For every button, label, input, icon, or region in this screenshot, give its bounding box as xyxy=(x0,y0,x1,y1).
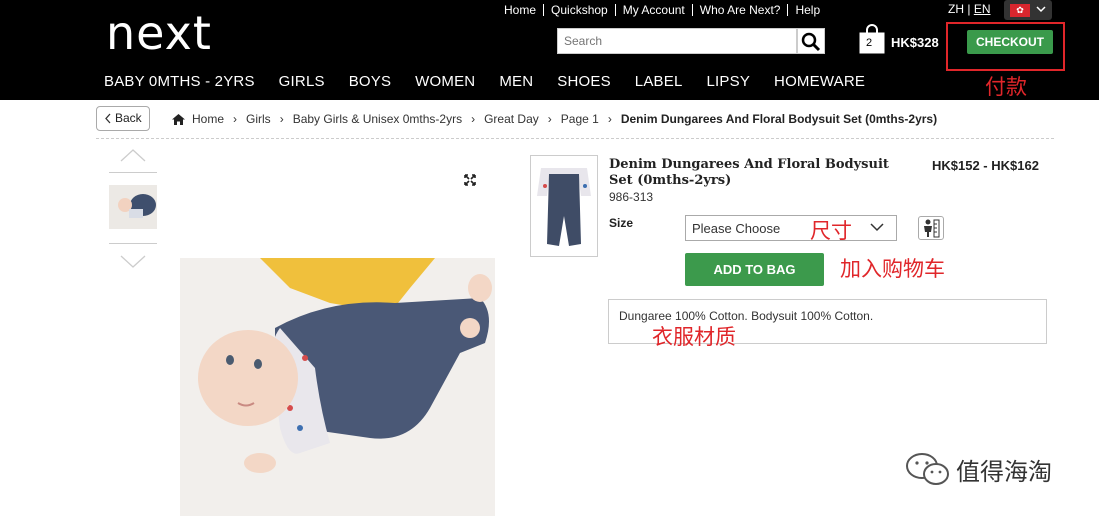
bag-count: 2 xyxy=(866,37,873,49)
chevron-left-icon xyxy=(104,107,112,138)
toplink-who-are-next[interactable]: Who Are Next? xyxy=(693,4,789,16)
expand-icon[interactable] xyxy=(464,174,476,186)
size-select[interactable]: Please Choose xyxy=(685,215,897,241)
add-to-bag-button[interactable]: ADD TO BAG xyxy=(685,253,824,286)
chevron-right-icon: › xyxy=(607,112,612,126)
back-label: Back xyxy=(115,111,142,125)
thumbnail-scroll-down-icon[interactable] xyxy=(120,255,146,269)
breadcrumb-great-day[interactable]: Great Day xyxy=(484,112,539,126)
annotation-material: 衣服材质 xyxy=(652,325,736,349)
chevron-right-icon: › xyxy=(547,112,552,126)
back-button[interactable]: Back xyxy=(96,106,150,131)
nav-item-women[interactable]: WOMEN xyxy=(415,73,475,90)
watermark-text: 值得海淘 xyxy=(956,458,1052,486)
nav-item-lipsy[interactable]: LIPSY xyxy=(707,73,751,90)
product-code: 986-313 xyxy=(609,190,654,204)
nav-item-baby[interactable]: BABY 0MTHS - 2YRS xyxy=(104,73,255,90)
chevron-down-icon xyxy=(870,223,884,232)
checkout-annotation-box xyxy=(946,22,1065,71)
site-header: next Home Quickshop My Account Who Are N… xyxy=(0,0,1099,100)
toplink-my-account[interactable]: My Account xyxy=(616,4,693,16)
nav-item-girls[interactable]: GIRLS xyxy=(279,73,325,90)
product-price: HK$152 - HK$162 xyxy=(932,158,1039,173)
next-logo[interactable]: next xyxy=(106,6,212,60)
lang-zh[interactable]: ZH xyxy=(948,2,964,16)
nav-item-label[interactable]: LABEL xyxy=(635,73,683,90)
divider xyxy=(96,138,1054,139)
breadcrumb-baby-girls[interactable]: Baby Girls & Unisex 0mths-2yrs xyxy=(293,112,462,126)
hong-kong-flag-icon: ✿ xyxy=(1010,4,1030,17)
nav-item-boys[interactable]: BOYS xyxy=(349,73,391,90)
top-links: Home Quickshop My Account Who Are Next? … xyxy=(497,4,827,16)
breadcrumb-home[interactable]: Home xyxy=(192,112,224,126)
thumbnail-scroll-up-icon[interactable] xyxy=(120,148,146,162)
size-guide-icon xyxy=(924,219,940,238)
product-main-image[interactable] xyxy=(180,258,495,516)
breadcrumb-girls[interactable]: Girls xyxy=(246,112,271,126)
chevron-down-icon xyxy=(1035,3,1047,18)
search-input[interactable] xyxy=(557,28,797,54)
breadcrumb-page[interactable]: Page 1 xyxy=(561,112,599,126)
country-selector[interactable]: ✿ xyxy=(1004,0,1052,20)
product-title: Denim Dungarees And Floral Bodysuit Set … xyxy=(609,157,889,188)
size-label: Size xyxy=(609,216,634,230)
lang-en[interactable]: EN xyxy=(974,2,991,16)
language-switch: ZH | EN xyxy=(948,2,990,16)
home-icon xyxy=(172,113,185,125)
toplink-quickshop[interactable]: Quickshop xyxy=(544,4,616,16)
main-nav: BABY 0MTHS - 2YRS GIRLS BOYS WOMEN MEN S… xyxy=(104,73,889,90)
toplink-help[interactable]: Help xyxy=(788,4,827,16)
size-guide-button[interactable] xyxy=(918,216,944,240)
annotation-size: 尺寸 xyxy=(810,219,852,243)
annotation-checkout: 付款 xyxy=(985,75,1027,99)
product-small-image xyxy=(530,155,598,257)
nav-item-shoes[interactable]: SHOES xyxy=(557,73,611,90)
wechat-icon xyxy=(906,453,949,485)
nav-item-men[interactable]: MEN xyxy=(499,73,533,90)
product-thumbnail[interactable] xyxy=(109,185,157,229)
search-button[interactable] xyxy=(797,28,825,54)
breadcrumb: Home › Girls › Baby Girls & Unisex 0mths… xyxy=(172,112,937,126)
breadcrumb-current: Denim Dungarees And Floral Bodysuit Set … xyxy=(620,112,938,126)
lang-separator: | xyxy=(967,2,971,16)
search-icon xyxy=(801,32,821,52)
bag-total: HK$328 xyxy=(891,35,939,50)
annotation-add-to-bag: 加入购物车 xyxy=(840,257,945,281)
size-select-value: Please Choose xyxy=(692,221,781,236)
chevron-right-icon: › xyxy=(471,112,476,126)
chevron-right-icon: › xyxy=(279,112,284,126)
chevron-right-icon: › xyxy=(233,112,238,126)
toplink-home[interactable]: Home xyxy=(497,4,545,16)
nav-item-homeware[interactable]: HOMEWARE xyxy=(774,73,865,90)
